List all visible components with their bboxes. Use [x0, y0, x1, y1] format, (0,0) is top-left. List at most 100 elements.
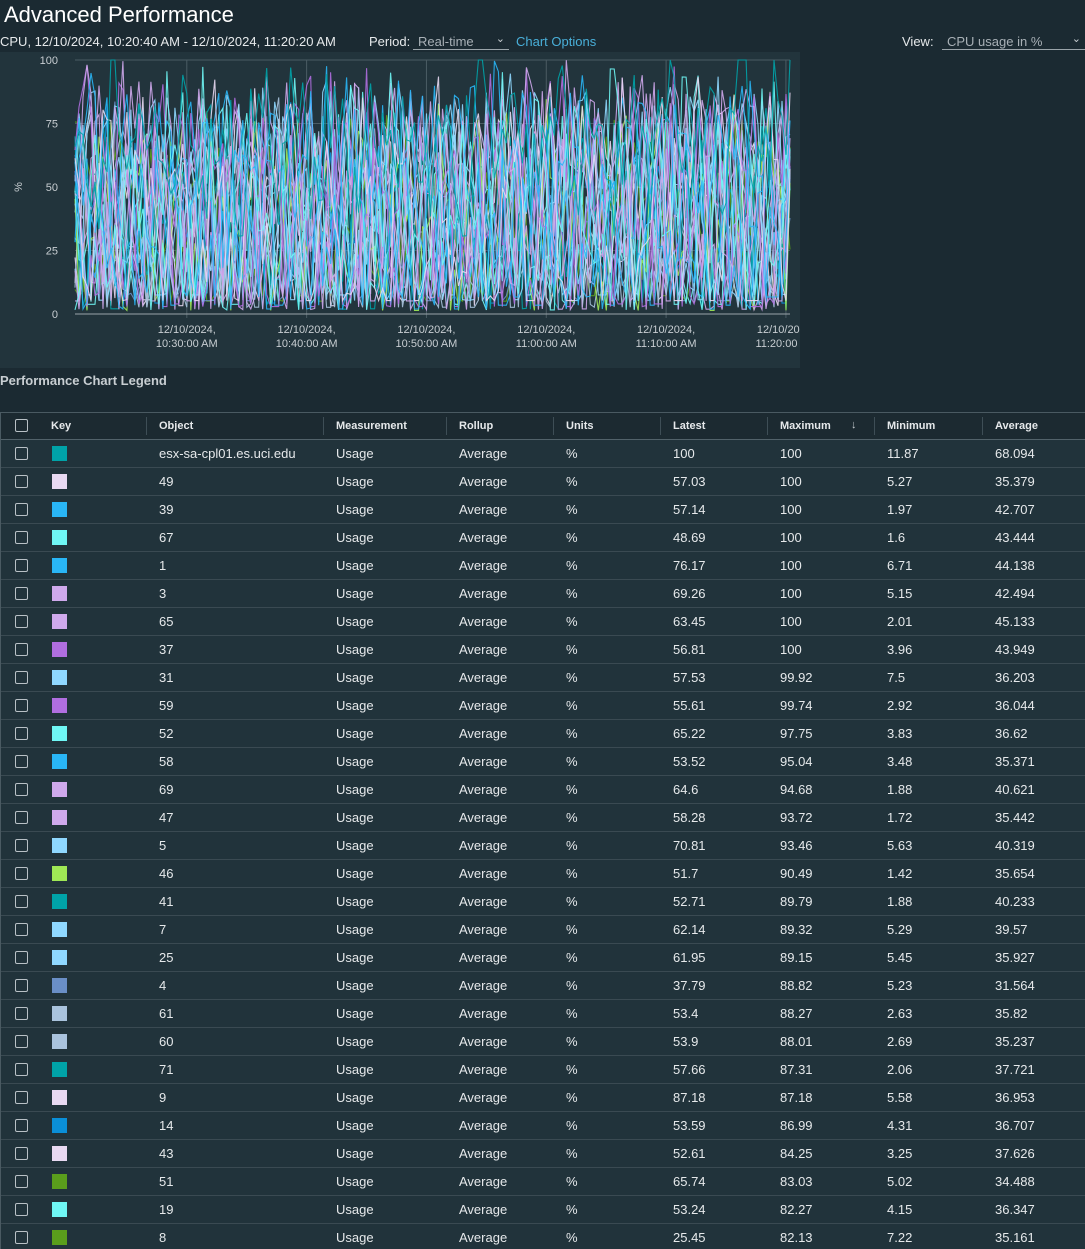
table-row[interactable]: 43 Usage Average% 52.61 84.25 3.25 37.626	[1, 1140, 1085, 1168]
row-checkbox[interactable]	[15, 1203, 28, 1216]
column-header-average[interactable]: Average	[995, 420, 1038, 432]
row-checkbox[interactable]	[15, 1231, 28, 1244]
average-cell: 68.094	[995, 446, 1035, 461]
key-color-swatch	[52, 978, 67, 993]
table-row[interactable]: 49 Usage Average% 57.03 100 5.27 35.379	[1, 468, 1085, 496]
row-checkbox[interactable]	[15, 671, 28, 684]
column-separator[interactable]	[446, 417, 447, 435]
maximum-cell: 99.74	[780, 698, 813, 713]
row-checkbox[interactable]	[15, 615, 28, 628]
row-checkbox[interactable]	[15, 979, 28, 992]
average-cell: 44.138	[995, 558, 1035, 573]
table-row[interactable]: 71 Usage Average% 57.66 87.31 2.06 37.721	[1, 1056, 1085, 1084]
row-checkbox[interactable]	[15, 699, 28, 712]
row-checkbox[interactable]	[15, 1147, 28, 1160]
table-row[interactable]: esx-sa-cpl01.es.uci.edu Usage Average% 100 1…	[1, 440, 1085, 468]
row-checkbox[interactable]	[15, 1007, 28, 1020]
table-row[interactable]: 41 Usage Average% 52.71 89.79 1.88 40.233	[1, 888, 1085, 916]
table-row[interactable]: 4 Usage Average% 37.79 88.82 5.23 31.564	[1, 972, 1085, 1000]
table-row[interactable]: 14 Usage Average% 53.59 86.99 4.31 36.707	[1, 1112, 1085, 1140]
column-header-minimum[interactable]: Minimum	[887, 420, 935, 432]
row-checkbox[interactable]	[15, 531, 28, 544]
row-checkbox[interactable]	[15, 867, 28, 880]
row-checkbox[interactable]	[15, 587, 28, 600]
column-separator[interactable]	[660, 417, 661, 435]
column-separator[interactable]	[767, 417, 768, 435]
column-header-object[interactable]: Object	[159, 420, 193, 432]
minimum-cell: 5.23	[887, 978, 913, 993]
row-checkbox[interactable]	[15, 839, 28, 852]
maximum-cell: 97.75	[780, 726, 813, 741]
performance-chart[interactable]: 100 75 50 25 0% 12/10/2024, 10:30:00 AM 12/10/2…	[0, 52, 800, 368]
table-row[interactable]: 67 Usage Average% 48.69 100 1.6 43.444	[1, 524, 1085, 552]
table-row[interactable]: 65 Usage Average% 63.45 100 2.01 45.133	[1, 608, 1085, 636]
average-cell: 42.494	[995, 586, 1035, 601]
row-checkbox[interactable]	[15, 727, 28, 740]
table-row[interactable]: 3 Usage Average% 69.26 100 5.15 42.494	[1, 580, 1085, 608]
table-row[interactable]: 69 Usage Average% 64.6 94.68 1.88 40.621	[1, 776, 1085, 804]
table-row[interactable]: 8 Usage Average% 25.45 82.13 7.22 35.161	[1, 1224, 1085, 1249]
row-checkbox[interactable]	[15, 755, 28, 768]
table-row[interactable]: 37 Usage Average% 56.81 100 3.96 43.949	[1, 636, 1085, 664]
arrow-down-icon[interactable]: ↓	[851, 419, 857, 431]
row-checkbox[interactable]	[15, 1119, 28, 1132]
table-row[interactable]: 19 Usage Average% 53.24 82.27 4.15 36.347	[1, 1196, 1085, 1224]
row-checkbox[interactable]	[15, 811, 28, 824]
table-row[interactable]: 52 Usage Average% 65.22 97.75 3.83 36.62	[1, 720, 1085, 748]
minimum-cell: 2.06	[887, 1062, 913, 1077]
table-row[interactable]: 47 Usage Average% 58.28 93.72 1.72 35.442	[1, 804, 1085, 832]
table-row[interactable]: 25 Usage Average% 61.95 89.15 5.45 35.927	[1, 944, 1085, 972]
average-cell: 36.347	[995, 1202, 1035, 1217]
column-header-rollup[interactable]: Rollup	[459, 420, 493, 432]
column-header-key[interactable]: Key	[51, 420, 71, 432]
latest-cell: 25.45	[673, 1230, 706, 1245]
table-row[interactable]: 46 Usage Average% 51.7 90.49 1.42 35.654	[1, 860, 1085, 888]
table-row[interactable]: 59 Usage Average% 55.61 99.74 2.92 36.044	[1, 692, 1085, 720]
table-row[interactable]: 5 Usage Average% 70.81 93.46 5.63 40.319	[1, 832, 1085, 860]
table-row[interactable]: 61 Usage Average% 53.4 88.27 2.63 35.82	[1, 1000, 1085, 1028]
object-cell: 5	[159, 838, 167, 853]
x-tick-label: 12/10/2024,	[278, 324, 336, 336]
view-select[interactable]: CPU usage in % ⌄	[942, 33, 1085, 50]
chart-options-link[interactable]: Chart Options	[516, 34, 596, 49]
column-separator[interactable]	[146, 417, 147, 435]
latest-cell: 55.61	[673, 698, 706, 713]
column-separator[interactable]	[553, 417, 554, 435]
measurement-cell: Usage	[336, 474, 374, 489]
table-row[interactable]: 39 Usage Average% 57.14 100 1.97 42.707	[1, 496, 1085, 524]
table-row[interactable]: 9 Usage Average% 87.18 87.18 5.58 36.953	[1, 1084, 1085, 1112]
row-checkbox[interactable]	[15, 475, 28, 488]
column-separator[interactable]	[323, 417, 324, 435]
key-color-swatch	[52, 642, 67, 657]
column-separator[interactable]	[874, 417, 875, 435]
table-row[interactable]: 1 Usage Average% 76.17 100 6.71 44.138	[1, 552, 1085, 580]
maximum-cell: 87.18	[780, 1090, 813, 1105]
average-cell: 43.444	[995, 530, 1035, 545]
column-header-measurement[interactable]: Measurement	[336, 420, 407, 432]
row-checkbox[interactable]	[15, 503, 28, 516]
period-select[interactable]: Real-time ⌄	[413, 33, 509, 50]
column-separator[interactable]	[982, 417, 983, 435]
table-row[interactable]: 31 Usage Average% 57.53 99.92 7.5 36.203	[1, 664, 1085, 692]
table-row[interactable]: 60 Usage Average% 53.9 88.01 2.69 35.237	[1, 1028, 1085, 1056]
column-header-maximum[interactable]: Maximum	[780, 420, 831, 432]
row-checkbox[interactable]	[15, 895, 28, 908]
select-all-checkbox[interactable]	[15, 419, 28, 432]
table-row[interactable]: 7 Usage Average% 62.14 89.32 5.29 39.57	[1, 916, 1085, 944]
column-header-latest[interactable]: Latest	[673, 420, 705, 432]
row-checkbox[interactable]	[15, 951, 28, 964]
row-checkbox[interactable]	[15, 1175, 28, 1188]
row-checkbox[interactable]	[15, 783, 28, 796]
row-checkbox[interactable]	[15, 559, 28, 572]
row-checkbox[interactable]	[15, 1063, 28, 1076]
row-checkbox[interactable]	[15, 1035, 28, 1048]
column-header-units[interactable]: Units	[566, 420, 594, 432]
minimum-cell: 11.87	[887, 446, 919, 461]
row-checkbox[interactable]	[15, 923, 28, 936]
measurement-cell: Usage	[336, 866, 374, 881]
row-checkbox[interactable]	[15, 643, 28, 656]
row-checkbox[interactable]	[15, 447, 28, 460]
table-row[interactable]: 58 Usage Average% 53.52 95.04 3.48 35.371	[1, 748, 1085, 776]
row-checkbox[interactable]	[15, 1091, 28, 1104]
table-row[interactable]: 51 Usage Average% 65.74 83.03 5.02 34.488	[1, 1168, 1085, 1196]
